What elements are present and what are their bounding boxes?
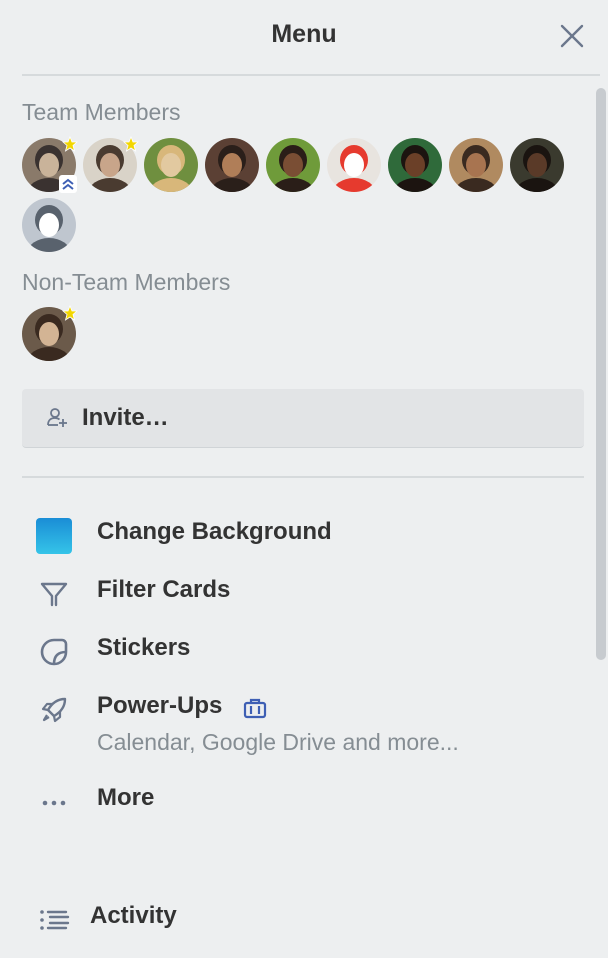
activity-item[interactable]: Activity bbox=[22, 894, 584, 942]
business-class-icon bbox=[243, 696, 267, 720]
admin-star-icon bbox=[61, 304, 79, 321]
avatar[interactable] bbox=[83, 135, 140, 192]
header-divider bbox=[22, 74, 600, 76]
change-background-label: Change Background bbox=[97, 518, 332, 545]
more-item[interactable]: More bbox=[22, 776, 584, 824]
avatar[interactable] bbox=[144, 138, 198, 192]
avatar-image bbox=[144, 138, 198, 192]
avatar[interactable] bbox=[22, 198, 76, 252]
activity-list-icon bbox=[36, 902, 72, 938]
power-ups-item[interactable]: Power-Ups Calendar, Google Drive and mor… bbox=[22, 684, 584, 764]
avatar-image bbox=[510, 138, 564, 192]
filter-cards-label: Filter Cards bbox=[97, 576, 231, 603]
double-chevron-up-icon bbox=[59, 175, 77, 193]
admin-star-icon bbox=[61, 135, 79, 152]
avatar[interactable] bbox=[205, 138, 259, 192]
section-divider bbox=[22, 476, 584, 478]
change-background-item[interactable]: Change Background bbox=[22, 510, 584, 558]
stickers-item[interactable]: Stickers bbox=[22, 626, 584, 674]
stickers-label: Stickers bbox=[97, 634, 191, 661]
more-dots-icon bbox=[36, 784, 72, 820]
non-team-members-label: Non-Team Members bbox=[22, 269, 231, 295]
avatar[interactable] bbox=[449, 138, 503, 192]
avatar-image bbox=[266, 138, 320, 192]
invite-label: Invite… bbox=[82, 404, 169, 431]
filter-cards-item[interactable]: Filter Cards bbox=[22, 568, 584, 616]
scrollbar-thumb[interactable] bbox=[596, 88, 606, 660]
close-icon[interactable] bbox=[558, 22, 586, 50]
avatar-image bbox=[205, 138, 259, 192]
rocket-icon bbox=[36, 692, 72, 728]
board-menu-panel: Menu Team Members Non-Team Members Invit… bbox=[0, 0, 608, 958]
avatar-image bbox=[388, 138, 442, 192]
filter-icon bbox=[36, 576, 72, 612]
avatar[interactable] bbox=[22, 304, 79, 361]
avatar[interactable] bbox=[510, 138, 564, 192]
add-person-icon bbox=[46, 407, 68, 429]
team-members-label: Team Members bbox=[22, 99, 181, 125]
sticker-icon bbox=[36, 634, 72, 670]
avatar[interactable] bbox=[388, 138, 442, 192]
invite-button[interactable]: Invite… bbox=[22, 389, 584, 448]
menu-title: Menu bbox=[271, 20, 337, 48]
avatar-image bbox=[327, 138, 381, 192]
avatar-image bbox=[22, 198, 76, 252]
power-ups-label: Power-Ups bbox=[97, 692, 223, 719]
avatar[interactable] bbox=[266, 138, 320, 192]
power-ups-description: Calendar, Google Drive and more... bbox=[97, 729, 459, 755]
menu-header: Menu bbox=[0, 0, 608, 74]
background-swatch-icon bbox=[36, 518, 72, 554]
avatar[interactable] bbox=[22, 135, 79, 193]
avatar-image bbox=[449, 138, 503, 192]
admin-star-icon bbox=[122, 135, 140, 152]
avatar[interactable] bbox=[327, 138, 381, 192]
activity-label: Activity bbox=[90, 902, 177, 929]
more-label: More bbox=[97, 784, 155, 811]
